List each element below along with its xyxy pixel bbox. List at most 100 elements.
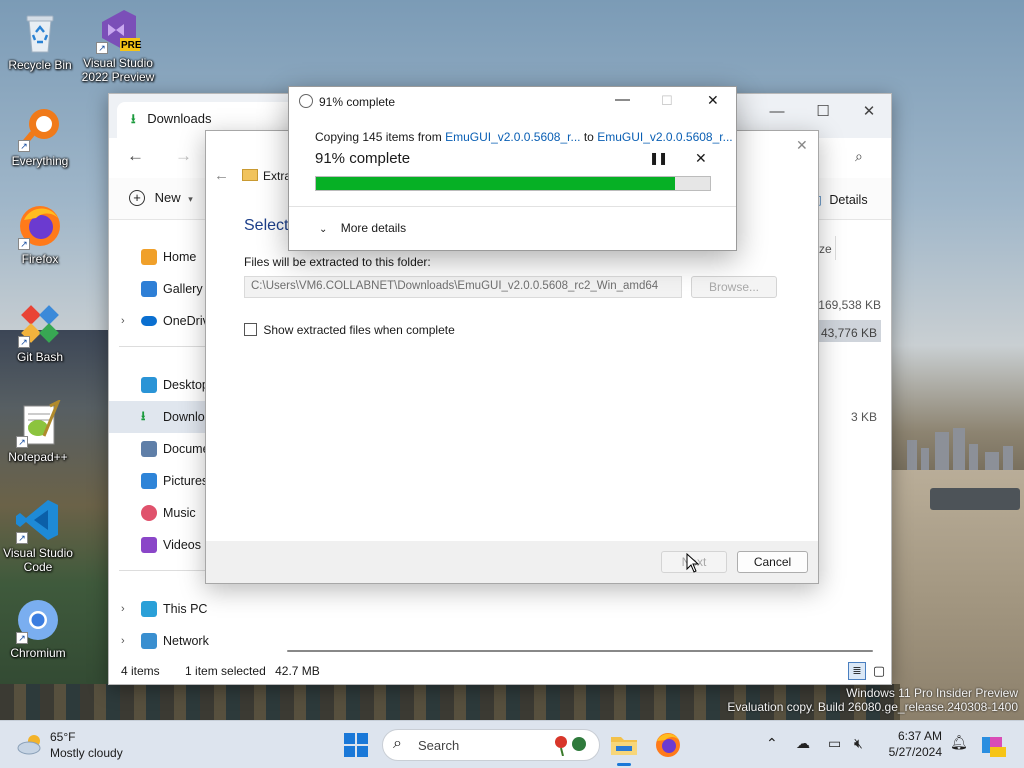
to-word: to: [583, 130, 594, 144]
pre-badge: PRE: [121, 40, 142, 51]
copilot-icon: [982, 737, 1006, 757]
desktop-icon-firefox[interactable]: ↗ Firefox: [2, 202, 78, 266]
windows-watermark: Windows 11 Pro Insider Preview Evaluatio…: [727, 686, 1018, 714]
network-icon: [141, 633, 157, 649]
clock-icon: [299, 94, 313, 108]
tiles-view-icon[interactable]: ▢: [871, 662, 887, 680]
more-details-label: More details: [340, 221, 407, 235]
network-disconnected-icon[interactable]: ☁: [796, 735, 810, 752]
taskbar-file-explorer[interactable]: [608, 729, 640, 766]
copilot-preview-button[interactable]: [978, 731, 1006, 759]
desktop-icon-label: Notepad++: [8, 450, 68, 464]
forward-arrow-icon[interactable]: →: [175, 146, 192, 166]
zip-folder-icon: [242, 169, 258, 181]
volume-muted-icon[interactable]: 🔇︎: [854, 735, 863, 752]
desktop-icon-chromium[interactable]: ↗ Chromium: [0, 596, 76, 660]
destination-path-input[interactable]: C:\Users\VM6.COLLABNET\Downloads\EmuGUI_…: [244, 276, 682, 298]
music-icon: [141, 505, 157, 521]
chevron-down-icon: ⌄: [319, 224, 328, 235]
back-arrow-icon[interactable]: ←: [127, 146, 144, 166]
everything-search-icon: ↗: [16, 104, 64, 152]
browse-button[interactable]: Browse...: [691, 276, 777, 298]
shortcut-arrow-icon: ↗: [96, 42, 108, 54]
desktop-icon-everything[interactable]: ↗ Everything: [2, 104, 78, 168]
desktop-icon-label: Chromium: [10, 646, 66, 660]
download-arrow-icon: ⭳: [131, 111, 136, 126]
desktop-icon-visual-studio-2022-preview[interactable]: PRE ↗ Visual Studio 2022 Preview: [80, 6, 156, 84]
desktop-icon-visual-studio-code[interactable]: ↗ Visual Studio Code: [0, 496, 76, 574]
cancel-button[interactable]: Cancel: [737, 551, 808, 573]
checkbox[interactable]: [244, 323, 257, 336]
display-icon[interactable]: ▭: [828, 735, 841, 752]
weather-description: Mostly cloudy: [50, 746, 123, 760]
clock[interactable]: 6:37 AM 5/27/2024: [880, 728, 942, 760]
maximize-button[interactable]: ☐: [661, 93, 673, 109]
videos-icon: [141, 537, 157, 553]
minimize-button[interactable]: —: [615, 91, 630, 108]
details-view-icon[interactable]: ≣: [848, 662, 866, 680]
shortcut-arrow-icon: ↗: [16, 632, 28, 644]
percent-complete-text: 91% complete: [315, 150, 411, 167]
details-pane-button[interactable]: ▯ Details: [815, 192, 868, 207]
pause-icon[interactable]: ❚❚: [649, 151, 668, 165]
chevron-right-icon: ›: [121, 603, 125, 615]
size-column-header[interactable]: ze: [819, 242, 832, 256]
clock-time: 6:37 AM: [897, 729, 942, 743]
maximize-button[interactable]: ☐: [801, 98, 845, 126]
folder-label: Files will be extracted to this folder:: [244, 255, 431, 269]
wallpaper-skyline: [895, 400, 1024, 470]
vscode-icon: ↗: [14, 496, 62, 544]
close-icon[interactable]: ✕: [796, 137, 808, 154]
more-details-toggle[interactable]: ⌄ More details: [319, 221, 406, 235]
visual-studio-preview-icon: PRE ↗: [94, 6, 142, 54]
cancel-copy-icon[interactable]: ✕: [695, 150, 707, 167]
sidebar-item-label: Pictures: [163, 474, 209, 488]
watermark-line-1: Windows 11 Pro Insider Preview: [846, 686, 1018, 700]
mouse-cursor-icon: [686, 553, 700, 573]
sidebar-item-this-pc[interactable]: › This PC: [109, 593, 259, 625]
column-divider: [835, 236, 836, 260]
search-placeholder: Search: [418, 738, 460, 753]
shortcut-arrow-icon: ↗: [18, 336, 30, 348]
weather-widget[interactable]: 65°F Mostly cloudy: [14, 729, 154, 761]
item-count: 4 items: [121, 664, 160, 678]
desktop-icon-label: Visual Studio 2022 Preview: [81, 56, 155, 84]
sidebar-item-label: Network: [163, 634, 209, 648]
desktop-icon-git-bash[interactable]: ↗ Git Bash: [2, 300, 78, 364]
wallpaper-boats: [930, 488, 1020, 510]
explorer-tab-title: Downloads: [147, 111, 212, 126]
desktop-icon-label: Visual Studio Code: [3, 546, 73, 574]
sidebar-item-label: Music: [163, 506, 196, 520]
destination-link[interactable]: EmuGUI_v2.0.0.5608_r...: [597, 130, 732, 144]
desktop-folder-icon: [141, 377, 157, 393]
back-arrow-icon[interactable]: ←: [214, 167, 229, 184]
desktop-icon-notepad-plus-plus[interactable]: ↗ Notepad++: [0, 398, 76, 464]
source-link[interactable]: EmuGUI_v2.0.0.5608_r...: [445, 130, 580, 144]
clock-date: 5/27/2024: [888, 745, 942, 759]
close-button[interactable]: ✕: [707, 92, 719, 109]
taskbar-search-box[interactable]: ⌕ Search: [382, 729, 600, 761]
taskbar-firefox[interactable]: [652, 729, 684, 761]
close-button[interactable]: ✕: [847, 98, 891, 126]
search-icon[interactable]: ⌕: [855, 148, 863, 165]
copy-progress-dialog: 91% complete — ☐ ✕ Copying 145 items fro…: [288, 86, 737, 251]
horizontal-scrollbar[interactable]: [287, 650, 873, 652]
desktop-icon-label: Recycle Bin: [8, 58, 72, 72]
sidebar-item-label: Desktop: [163, 378, 209, 392]
minimize-button[interactable]: —: [755, 98, 799, 126]
progress-divider: [289, 206, 736, 207]
start-button[interactable]: [340, 729, 372, 761]
desktop-icon-label: Git Bash: [16, 350, 64, 364]
wizard-title: Extra: [263, 169, 292, 183]
show-files-option[interactable]: Show extracted files when complete: [244, 323, 455, 337]
desktop-icon-recycle-bin[interactable]: Recycle Bin: [2, 8, 78, 72]
notification-bell-icon[interactable]: 🔔︎: [950, 734, 968, 751]
shortcut-arrow-icon: ↗: [16, 532, 28, 544]
wizard-footer: Next Cancel: [206, 541, 818, 583]
file-size: 43,776 KB: [820, 326, 877, 340]
sidebar-item-label: Videos: [163, 538, 201, 552]
new-button[interactable]: + New ▾: [129, 190, 193, 206]
sidebar-item-network[interactable]: › Network: [109, 625, 259, 657]
show-hidden-icons-chevron-icon[interactable]: ⌃: [766, 735, 778, 752]
git-bash-icon: ↗: [16, 300, 64, 348]
